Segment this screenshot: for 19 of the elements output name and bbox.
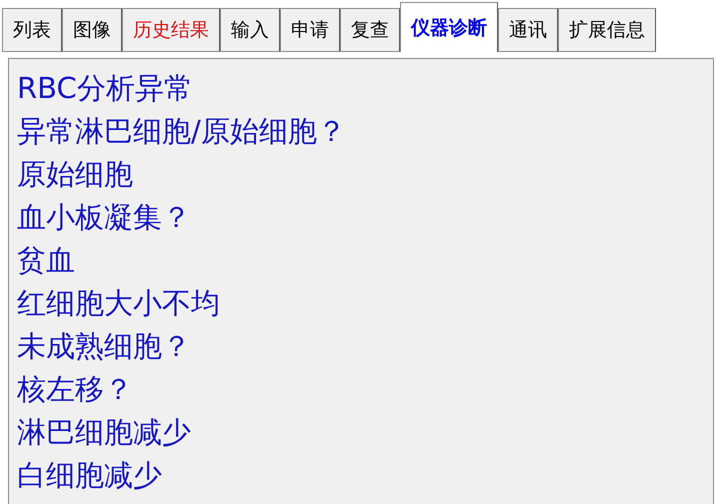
tab[interactable]: 列表 <box>2 8 62 52</box>
tab[interactable]: 图像 <box>62 8 122 52</box>
diagnosis-message: 异常淋巴细胞/原始细胞？ <box>17 113 347 150</box>
tab[interactable]: 复查 <box>340 8 400 52</box>
tab[interactable]: 仪器诊断 <box>400 2 498 52</box>
diagnosis-message: RBC分析异常 <box>17 70 194 107</box>
tab[interactable]: 输入 <box>220 8 280 52</box>
diagnosis-message: 贫血 <box>17 242 76 279</box>
tab[interactable]: 扩展信息 <box>558 8 656 52</box>
diagnosis-message: 原始细胞 <box>17 156 134 193</box>
diagnosis-message: 核左移？ <box>17 371 134 408</box>
diagnosis-message: 白细胞减少 <box>17 457 163 494</box>
diagnosis-message: 淋巴细胞减少 <box>17 414 192 451</box>
diagnosis-message: 未成熟细胞？ <box>17 328 192 365</box>
diagnosis-message: 红细胞大小不均 <box>17 285 221 322</box>
tab[interactable]: 通讯 <box>498 8 558 52</box>
tab[interactable]: 申请 <box>280 8 340 52</box>
diagnosis-message: 血小板凝集？ <box>17 199 192 236</box>
tab[interactable]: 历史结果 <box>122 8 220 52</box>
